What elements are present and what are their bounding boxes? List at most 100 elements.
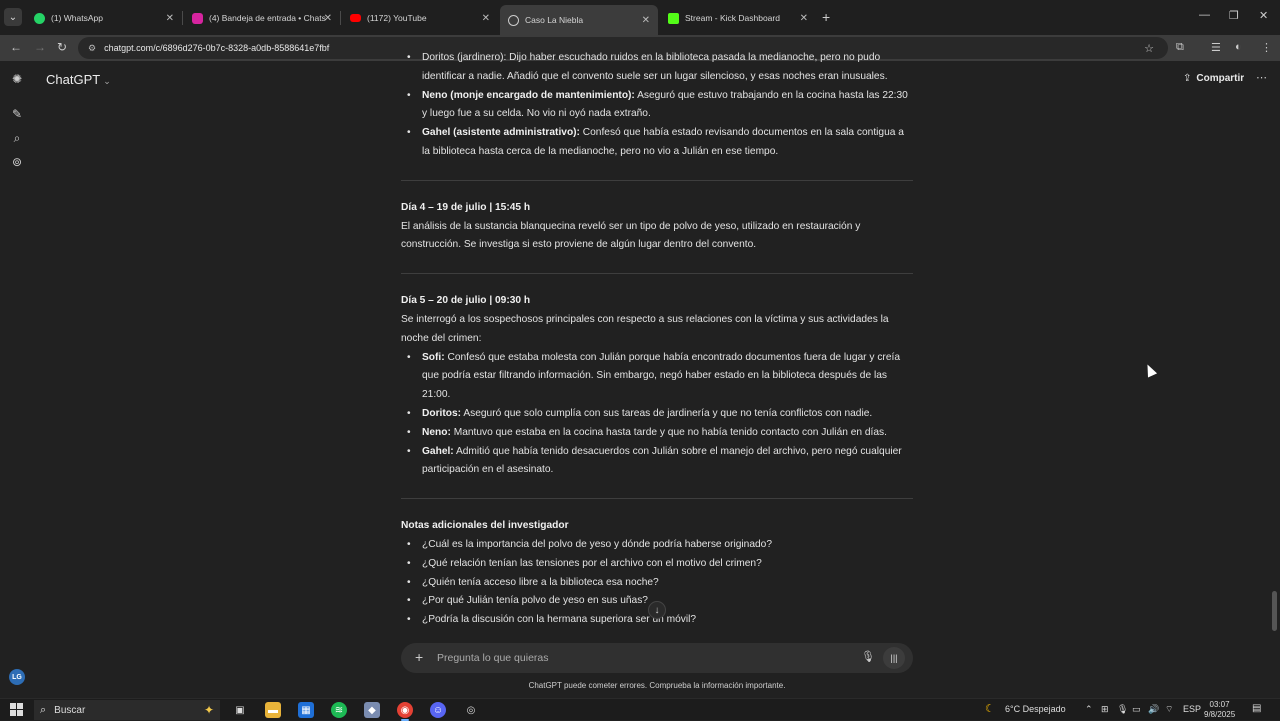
close-icon[interactable]: ✕ [800, 13, 808, 24]
attach-plus-icon[interactable]: + [415, 649, 423, 665]
list-item: ¿Podría la discusión con la hermana supe… [407, 611, 913, 630]
suspect-name: Sofi: [422, 351, 445, 363]
language-indicator[interactable]: ESP [1183, 704, 1201, 714]
back-arrow-icon[interactable]: ← [10, 40, 22, 54]
tab-chatgpt-active[interactable]: Caso La Niebla ✕ [500, 5, 658, 35]
list-item: ¿Quién tenía acceso libre a la bibliotec… [407, 574, 913, 593]
chevron-down-icon: ⌄ [103, 76, 111, 86]
voice-mode-icon[interactable]: ||| [883, 647, 905, 669]
chrome-icon[interactable]: ◉ [397, 702, 413, 721]
list-item: Sofi: Confesó que estaba molesta con Jul… [407, 349, 913, 405]
network-icon[interactable]: ⊞ [1101, 704, 1109, 715]
weather-moon-icon: ☾ [985, 703, 995, 715]
tab-kick[interactable]: Stream - Kick Dashboard ✕ [660, 5, 816, 31]
kick-icon [668, 12, 679, 24]
new-chat-icon[interactable]: ✎ [10, 107, 24, 121]
list-item: Doritos: Aseguró que solo cumplía con su… [407, 405, 913, 424]
suspect-name: Doritos: [422, 407, 462, 419]
tab-title: Stream - Kick Dashboard [685, 13, 780, 23]
disclaimer-text: ChatGPT puede cometer errores. Comprueba… [528, 681, 786, 690]
site-info-icon[interactable]: ⚙ [88, 43, 96, 54]
browser-tab-strip: ⌄ (1) WhatsApp ✕ (4) Bandeja de entrada … [0, 0, 1280, 35]
notifications-icon[interactable]: ▤ [1252, 703, 1261, 714]
model-selector[interactable]: ChatGPT ⌄ [46, 72, 111, 87]
windows-taskbar: ⌕ Buscar ✦ ▣ ▬ ▦ ≋ ◆ ◉ ☺ ◎ ☾ 6°C Despeja… [0, 698, 1280, 721]
day-body: El análisis de la sustancia blanquecina … [401, 220, 861, 251]
copilot-sparkle-icon: ✦ [203, 703, 214, 717]
task-view-icon[interactable]: ▣ [232, 702, 248, 718]
close-icon[interactable]: ✕ [166, 13, 174, 24]
whatsapp-icon [34, 12, 45, 24]
roblox-icon[interactable]: ◆ [364, 702, 380, 718]
instagram-icon [192, 12, 203, 24]
windows-start-icon[interactable] [10, 703, 23, 716]
window-close-icon[interactable]: ✕ [1259, 9, 1268, 22]
scrollbar-thumb[interactable] [1272, 591, 1277, 631]
openai-logo-icon[interactable]: ✺ [10, 72, 24, 86]
close-icon[interactable]: ✕ [642, 15, 650, 26]
volume-icon[interactable]: 🔊 [1148, 704, 1159, 715]
tab-title: (1172) YouTube [367, 13, 427, 23]
suspect-statement: Aseguró que solo cumplía con sus tareas … [461, 407, 873, 419]
tab-title: (4) Bandeja de entrada • Chats [209, 13, 326, 23]
reload-icon[interactable]: ↻ [57, 40, 67, 54]
taskbar-clock[interactable]: 03:07 9/8/2025 [1204, 700, 1235, 720]
scroll-down-arrow-icon[interactable]: ↓ [648, 601, 666, 619]
partial-text-cont: identificar a nadie. Añadió que el conve… [422, 70, 888, 82]
tab-instagram[interactable]: (4) Bandeja de entrada • Chats ✕ [184, 5, 340, 31]
chatgpt-app: ✺ ✎ ⌕ ⊚ LG ChatGPT⌄ ⇪ Compartir ⋯ Doritos… [0, 49, 1280, 698]
list-item: Gahel: Admitió que había tenido desacuer… [407, 443, 913, 481]
chatgpt-icon [508, 14, 519, 26]
microphone-tray-icon[interactable]: 🎙 [1117, 704, 1128, 715]
display-icon[interactable]: ▭ [1132, 704, 1141, 715]
suspect-name: Gahel: [422, 445, 454, 457]
media-control-icon[interactable]: ☰ [1211, 41, 1221, 54]
share-label: Compartir [1196, 73, 1245, 84]
tab-title: Caso La Niebla [525, 15, 584, 25]
spotify-icon[interactable]: ≋ [331, 702, 347, 718]
close-icon[interactable]: ✕ [324, 13, 332, 24]
forward-arrow-icon[interactable]: → [34, 40, 46, 54]
microsoft-store-icon[interactable]: ▦ [298, 702, 314, 718]
browser-menu-icon[interactable]: ⋮ [1261, 41, 1272, 54]
obs-icon[interactable]: ◎ [463, 702, 479, 718]
bookmark-star-icon[interactable]: ☆ [1144, 42, 1154, 55]
wifi-icon[interactable]: ⌔ [1165, 704, 1173, 715]
profile-icon[interactable]: ◐ [1235, 41, 1242, 53]
file-explorer-icon[interactable]: ▬ [265, 702, 281, 718]
new-tab-button[interactable]: + [822, 9, 830, 25]
more-options-icon[interactable]: ⋯ [1256, 71, 1267, 84]
model-name: ChatGPT [46, 72, 101, 87]
share-icon: ⇪ [1183, 73, 1192, 84]
search-icon[interactable]: ⌕ [10, 131, 24, 145]
taskbar-search[interactable]: ⌕ Buscar ✦ [34, 700, 220, 720]
share-button[interactable]: ⇪ Compartir [1183, 73, 1244, 84]
library-icon[interactable]: ⊚ [10, 155, 24, 169]
suspect-statement: Admitió que había tenido desacuerdos con… [422, 445, 902, 476]
search-icon: ⌕ [40, 703, 47, 716]
list-item: Neno (monje encargado de mantenimiento):… [407, 87, 913, 125]
tab-youtube[interactable]: (1172) YouTube ✕ [342, 5, 498, 31]
suspect-name: Neno: [422, 426, 451, 438]
suspect-statement: Confesó que estaba molesta con Julián po… [422, 351, 900, 401]
microphone-icon[interactable]: 🎙 [861, 650, 875, 663]
weather-text[interactable]: 6°C Despejado [1005, 704, 1066, 714]
url-text[interactable]: chatgpt.com/c/6896d276-0b7c-8328-a0db-85… [104, 43, 329, 53]
mouse-cursor [1142, 362, 1158, 378]
day-intro: Se interrogó a los sospechosos principal… [401, 313, 889, 344]
avatar[interactable]: LG [9, 669, 25, 685]
prompt-input[interactable] [437, 648, 817, 668]
discord-icon[interactable]: ☺ [430, 702, 446, 718]
list-item: Neno: Mantuvo que estaba en la cocina ha… [407, 424, 913, 443]
close-icon[interactable]: ✕ [482, 13, 490, 24]
minimize-icon[interactable]: — [1199, 9, 1210, 21]
tab-search-menu-button[interactable]: ⌄ [4, 8, 22, 26]
chevron-up-icon[interactable]: ⌃ [1085, 704, 1093, 715]
extensions-icon[interactable]: ⧉ [1176, 41, 1184, 54]
clock-date: 9/8/2025 [1204, 710, 1236, 719]
restore-icon[interactable]: ❐ [1229, 9, 1239, 22]
tab-whatsapp[interactable]: (1) WhatsApp ✕ [26, 5, 182, 31]
assistant-message: Doritos (jardinero): Dijo haber escuchad… [401, 49, 913, 630]
youtube-icon [350, 14, 361, 22]
prompt-composer: + 🎙 ||| [401, 643, 913, 673]
